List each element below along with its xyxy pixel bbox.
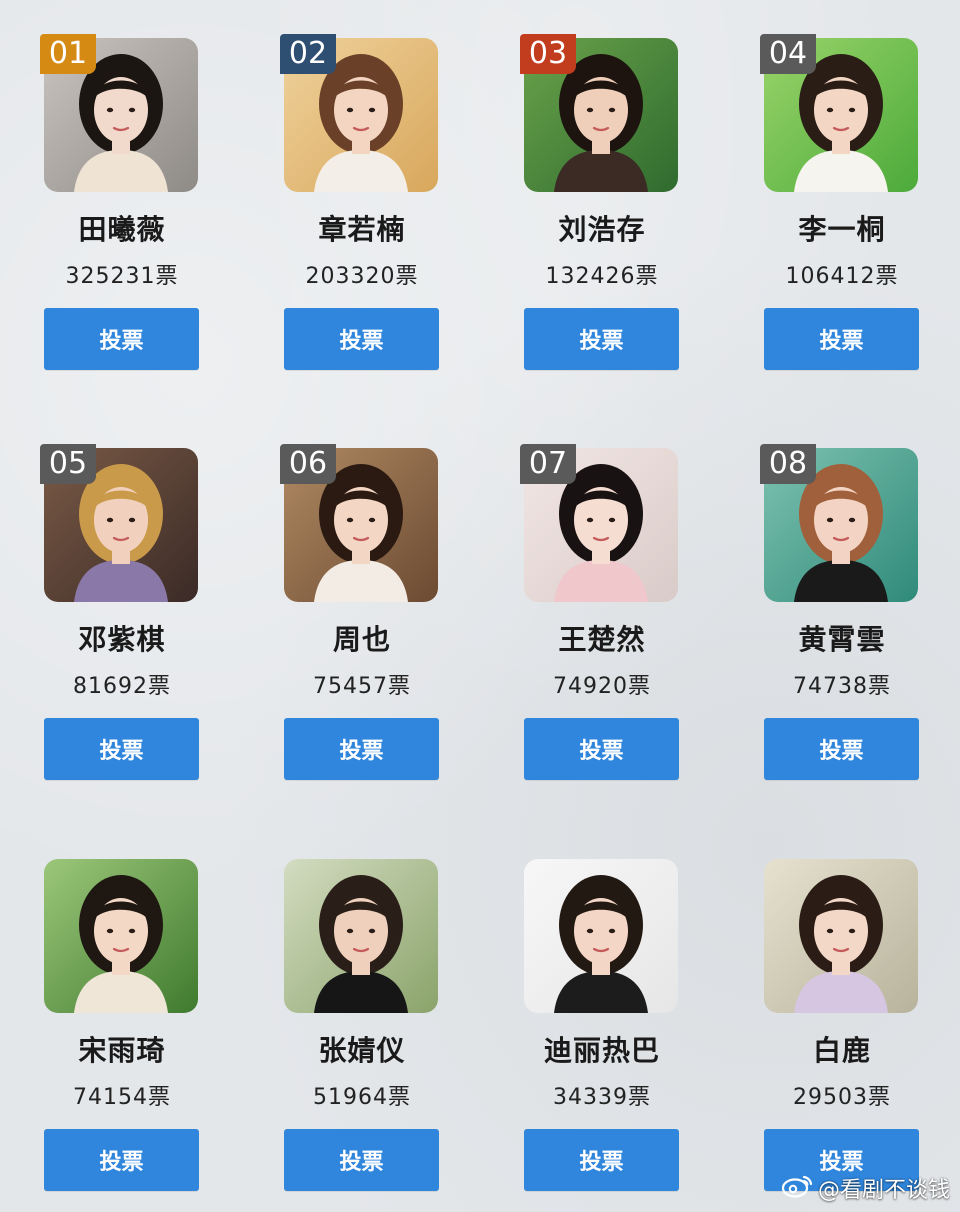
vote-button[interactable]: 投票 [764, 308, 919, 370]
candidate-card: 05 邓紫棋 81692票 投票 [40, 444, 200, 782]
candidate-card: 张婧仪 51964票 投票 [284, 859, 440, 1193]
vote-count: 81692票 [73, 674, 171, 699]
vote-count: 203320票 [305, 264, 419, 289]
rank-badge: 08 [760, 444, 816, 484]
rank-badge: 04 [760, 34, 816, 74]
candidate-name: 迪丽热巴 [543, 1034, 660, 1067]
vote-count: 75457票 [313, 674, 411, 699]
rank-badge: 06 [280, 444, 336, 484]
candidate-card: 07 王楚然 74920票 投票 [520, 444, 680, 782]
rank-badge: 07 [520, 444, 576, 484]
candidate-card: 宋雨琦 74154票 投票 [44, 859, 200, 1193]
vote-count: 106412票 [785, 264, 899, 289]
candidate-card: 08 黄霄雲 74738票 投票 [760, 444, 920, 782]
rank-badge: 02 [280, 34, 336, 74]
candidate-card: 03 刘浩存 132426票 投票 [520, 34, 680, 372]
watermark-text: @看剧不谈钱 [817, 1178, 950, 1203]
vote-count: 325231票 [65, 264, 179, 289]
candidate-name: 周也 [332, 623, 391, 656]
vote-count: 34339票 [553, 1085, 651, 1110]
candidate-photo [524, 859, 678, 1013]
candidate-photo [44, 859, 198, 1013]
rank-badge: 01 [40, 34, 96, 74]
vote-button[interactable]: 投票 [284, 718, 439, 780]
vote-button[interactable]: 投票 [44, 308, 199, 370]
rank-badge: 03 [520, 34, 576, 74]
vote-count: 74738票 [793, 674, 891, 699]
vote-button[interactable]: 投票 [44, 718, 199, 780]
vote-count: 29503票 [793, 1085, 891, 1110]
candidate-name: 邓紫棋 [78, 623, 166, 656]
candidate-name: 张婧仪 [318, 1034, 406, 1067]
vote-count: 74154票 [73, 1085, 171, 1110]
rank-badge: 05 [40, 444, 96, 484]
candidate-card: 02 章若楠 203320票 投票 [280, 34, 440, 372]
candidate-name: 黄霄雲 [798, 623, 886, 656]
vote-button[interactable]: 投票 [524, 1129, 679, 1191]
vote-count: 74920票 [553, 674, 651, 699]
candidate-grid: 01 田曦薇 325231票 投票 02 章若楠 203320票 投票 03 刘… [0, 0, 960, 1212]
candidate-card: 白鹿 29503票 投票 [764, 859, 920, 1193]
candidate-card: 06 周也 75457票 投票 [280, 444, 440, 782]
vote-count: 132426票 [545, 264, 659, 289]
candidate-card: 01 田曦薇 325231票 投票 [40, 34, 200, 372]
candidate-card: 迪丽热巴 34339票 投票 [524, 859, 680, 1193]
watermark: @看剧不谈钱 [780, 1172, 950, 1204]
candidate-name: 李一桐 [798, 213, 886, 246]
candidate-name: 白鹿 [812, 1034, 871, 1067]
candidate-name: 田曦薇 [78, 213, 166, 246]
vote-button[interactable]: 投票 [524, 718, 679, 780]
vote-button[interactable]: 投票 [284, 308, 439, 370]
candidate-name: 王楚然 [558, 623, 646, 656]
vote-button[interactable]: 投票 [524, 308, 679, 370]
candidate-name: 刘浩存 [558, 213, 646, 246]
candidate-name: 宋雨琦 [78, 1034, 166, 1067]
vote-button[interactable]: 投票 [764, 718, 919, 780]
candidate-name: 章若楠 [318, 213, 406, 246]
vote-button[interactable]: 投票 [44, 1129, 199, 1191]
weibo-icon [780, 1171, 814, 1205]
candidate-photo [764, 859, 918, 1013]
vote-button[interactable]: 投票 [284, 1129, 439, 1191]
vote-count: 51964票 [313, 1085, 411, 1110]
candidate-card: 04 李一桐 106412票 投票 [760, 34, 920, 372]
candidate-photo [284, 859, 438, 1013]
